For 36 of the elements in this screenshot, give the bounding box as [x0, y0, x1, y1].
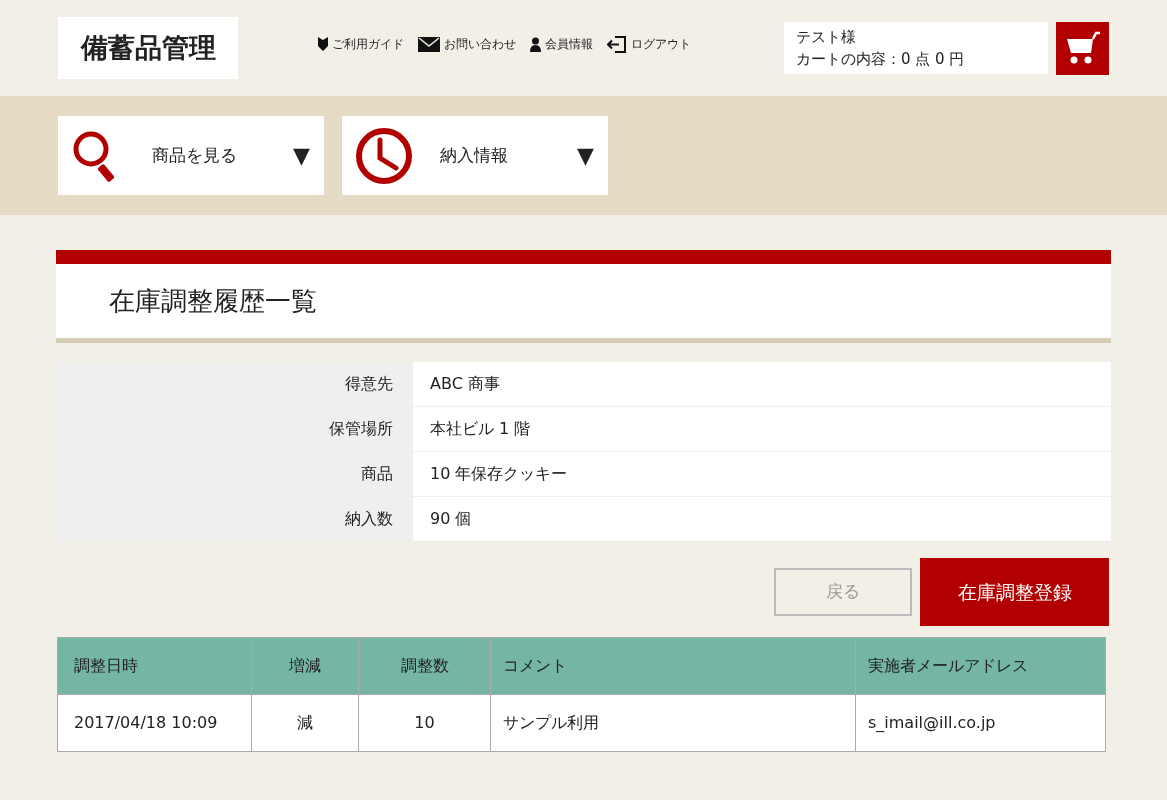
user-name: テスト様 — [796, 27, 857, 48]
detail-value: ABC 商事 — [429, 373, 500, 395]
leaf-icon — [318, 37, 328, 51]
table-cell: 減 — [251, 694, 359, 752]
menu-dropdown[interactable]: 納入情報 ▼ — [342, 116, 608, 195]
header-link[interactable]: お問い合わせ — [418, 35, 516, 53]
header-link[interactable]: ご利用ガイド — [318, 35, 404, 53]
detail-value: 90 個 — [429, 508, 472, 530]
column-header: 調整数 — [358, 637, 491, 695]
table-cell: 10 — [358, 694, 491, 752]
register-button[interactable]: 在庫調整登録 — [920, 558, 1109, 626]
detail-label: 保管場所 — [56, 407, 413, 451]
column-header: 増減 — [251, 637, 359, 695]
cart-button[interactable] — [1056, 21, 1109, 75]
menu-dropdown[interactable]: 商品を見る ▼ — [58, 116, 324, 195]
cart-icon — [1064, 31, 1101, 65]
column-header: コメント — [490, 637, 856, 695]
header-link[interactable]: ログアウト — [607, 35, 691, 53]
detail-label: 得意先 — [56, 362, 413, 406]
mail-icon — [418, 36, 440, 52]
table-cell: s_imail@ill.co.jp — [855, 694, 1106, 752]
clock-icon — [356, 127, 412, 184]
header-link[interactable]: 会員情報 — [530, 35, 593, 53]
detail-label: 納入数 — [56, 497, 413, 541]
logo[interactable]: 備蓄品管理 — [58, 17, 238, 79]
page-title: 在庫調整履歴一覧 — [109, 284, 317, 318]
column-header: 調整日時 — [57, 637, 252, 695]
detail-label: 商品 — [56, 452, 413, 496]
detail-value: 本社ビル 1 階 — [429, 418, 531, 440]
column-header: 実施者メールアドレス — [855, 637, 1106, 695]
table-cell: サンプル利用 — [490, 694, 856, 752]
logout-icon — [607, 35, 627, 53]
cart-summary: カートの内容：0 点 0 円 — [796, 49, 966, 70]
table-cell: 2017/04/18 10:09 — [57, 694, 252, 752]
detail-value: 10 年保存クッキー — [429, 463, 568, 485]
person-icon — [530, 36, 541, 52]
